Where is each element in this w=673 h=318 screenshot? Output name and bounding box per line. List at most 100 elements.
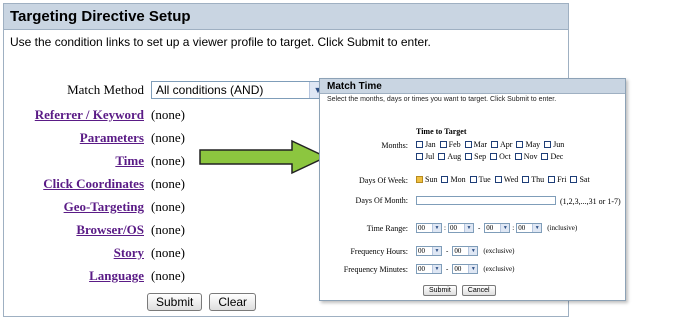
checkbox-icon[interactable] bbox=[416, 141, 423, 148]
checkbox-icon[interactable] bbox=[570, 176, 578, 183]
time-range-end-hour[interactable]: 00 ▼ bbox=[484, 223, 511, 233]
checkbox-icon[interactable] bbox=[439, 141, 447, 148]
days-of-week-row: Sun Mon Tue Wed Thu Fri Sat bbox=[416, 175, 594, 184]
month-checkbox[interactable]: May bbox=[516, 140, 540, 149]
checkbox-icon[interactable] bbox=[548, 176, 556, 183]
condition-value: (none) bbox=[151, 176, 185, 191]
month-checkbox[interactable]: Jul bbox=[416, 152, 434, 161]
time-link[interactable]: Time bbox=[4, 153, 144, 169]
month-checkbox[interactable]: Oct bbox=[490, 152, 511, 161]
time-range-controls: 00 ▼ : 00 ▼ - 00 ▼ : 00 ▼ (inclusive) bbox=[416, 223, 578, 233]
condition-row: Time (none) bbox=[4, 151, 185, 171]
month-checkbox[interactable]: Nov bbox=[514, 152, 537, 161]
submit-button[interactable]: Submit bbox=[147, 293, 203, 311]
day-checkbox[interactable]: Sat bbox=[570, 175, 590, 184]
checkbox-icon[interactable] bbox=[464, 141, 472, 148]
match-method-value: All conditions (AND) bbox=[156, 83, 264, 97]
clear-button[interactable]: Clear bbox=[209, 293, 257, 311]
frequency-minutes-start[interactable]: 00 ▼ bbox=[416, 264, 442, 274]
condition-row: Parameters (none) bbox=[4, 128, 185, 148]
chevron-down-icon[interactable]: ▼ bbox=[532, 224, 542, 232]
time-to-target-heading: Time to Target bbox=[416, 127, 467, 136]
time-range-end-minute[interactable]: 00 ▼ bbox=[516, 223, 543, 233]
frequency-hours-start[interactable]: 00 ▼ bbox=[416, 246, 442, 256]
month-checkbox[interactable]: Mar bbox=[464, 140, 487, 149]
checkbox-icon[interactable] bbox=[465, 153, 473, 160]
match-time-title: Match Time bbox=[320, 79, 625, 94]
match-time-panel: Match Time Select the months, days or ti… bbox=[319, 78, 626, 301]
match-time-buttons: Submit Cancel bbox=[423, 285, 496, 296]
parameters-link[interactable]: Parameters bbox=[4, 130, 144, 146]
click-coordinates-link[interactable]: Click Coordinates bbox=[4, 176, 144, 192]
frequency-hours-controls: 00 ▼ - 00 ▼ (exclusive) bbox=[416, 246, 515, 256]
chevron-down-icon[interactable]: ▼ bbox=[463, 224, 473, 232]
checkbox-icon[interactable] bbox=[516, 141, 524, 148]
month-checkbox[interactable]: Feb bbox=[439, 140, 461, 149]
day-checkbox[interactable]: Thu bbox=[522, 175, 544, 184]
checkbox-icon[interactable] bbox=[438, 153, 446, 160]
checkbox-icon[interactable] bbox=[494, 176, 502, 183]
referrer-keyword-link[interactable]: Referrer / Keyword bbox=[4, 107, 144, 123]
story-link[interactable]: Story bbox=[4, 245, 144, 261]
time-range-note: (inclusive) bbox=[547, 224, 578, 232]
checkbox-icon[interactable] bbox=[541, 153, 549, 160]
checkbox-icon[interactable] bbox=[416, 153, 423, 160]
frequency-minutes-label: Frequency Minutes: bbox=[343, 265, 408, 274]
match-time-submit-button[interactable]: Submit bbox=[423, 285, 457, 296]
frequency-minutes-controls: 00 ▼ - 00 ▼ (exclusive) bbox=[416, 264, 515, 274]
match-time-cancel-button[interactable]: Cancel bbox=[461, 285, 496, 296]
checkbox-icon[interactable] bbox=[441, 176, 449, 183]
day-checkbox[interactable]: Tue bbox=[469, 175, 491, 184]
geo-targeting-link[interactable]: Geo-Targeting bbox=[4, 199, 144, 215]
chevron-down-icon[interactable]: ▼ bbox=[432, 224, 441, 232]
panel-subtitle: Use the condition links to set up a view… bbox=[10, 35, 431, 49]
day-checkbox[interactable]: Wed bbox=[494, 175, 518, 184]
condition-row: Browser/OS (none) bbox=[4, 220, 185, 240]
day-checkbox[interactable]: Mon bbox=[441, 175, 466, 184]
day-checkbox[interactable]: Fri bbox=[548, 175, 566, 184]
form-buttons: Submit Clear bbox=[147, 292, 257, 312]
day-checkbox[interactable]: Sun bbox=[416, 175, 437, 184]
condition-value: (none) bbox=[151, 199, 185, 214]
time-range-start-hour[interactable]: 00 ▼ bbox=[416, 223, 442, 233]
match-method-row: Match Method All conditions (AND) ▼ bbox=[4, 80, 327, 100]
checkbox-icon[interactable] bbox=[514, 153, 522, 160]
days-of-month-label: Days Of Month: bbox=[355, 196, 408, 205]
days-of-month-hint: (1,2,3,...,31 or 1-7) bbox=[560, 197, 621, 206]
condition-value: (none) bbox=[151, 130, 185, 145]
language-link[interactable]: Language bbox=[4, 268, 144, 284]
checkbox-icon[interactable] bbox=[544, 141, 552, 148]
frequency-minutes-end[interactable]: 00 ▼ bbox=[452, 264, 479, 274]
chevron-down-icon[interactable]: ▼ bbox=[468, 265, 478, 273]
checkbox-icon[interactable] bbox=[491, 141, 498, 148]
month-checkbox[interactable]: Dec bbox=[541, 152, 563, 161]
match-method-select[interactable]: All conditions (AND) ▼ bbox=[151, 81, 327, 99]
match-method-label: Match Method bbox=[67, 82, 144, 97]
days-of-month-input[interactable] bbox=[416, 196, 556, 205]
condition-value: (none) bbox=[151, 245, 185, 260]
browser-os-link[interactable]: Browser/OS bbox=[4, 222, 144, 238]
month-checkbox[interactable]: Jan bbox=[416, 140, 436, 149]
months-label: Months: bbox=[381, 141, 408, 150]
checkbox-icon[interactable] bbox=[469, 176, 477, 183]
chevron-down-icon[interactable]: ▼ bbox=[432, 247, 441, 255]
condition-value: (none) bbox=[151, 153, 185, 168]
checkbox-icon[interactable] bbox=[522, 176, 530, 183]
time-range-start-minute[interactable]: 00 ▼ bbox=[447, 223, 474, 233]
chevron-down-icon[interactable]: ▼ bbox=[500, 224, 510, 232]
match-time-subtitle: Select the months, days or times you wan… bbox=[327, 96, 557, 103]
condition-row: Geo-Targeting (none) bbox=[4, 197, 185, 217]
month-checkbox[interactable]: Jun bbox=[544, 140, 564, 149]
condition-row: Click Coordinates (none) bbox=[4, 174, 185, 194]
chevron-down-icon[interactable]: ▼ bbox=[468, 247, 478, 255]
month-checkbox[interactable]: Apr bbox=[491, 140, 512, 149]
panel-title: Targeting Directive Setup bbox=[4, 4, 568, 30]
chevron-down-icon[interactable]: ▼ bbox=[432, 265, 441, 273]
condition-value: (none) bbox=[151, 268, 185, 283]
condition-value: (none) bbox=[151, 107, 185, 122]
checkbox-icon[interactable] bbox=[416, 176, 423, 183]
month-checkbox[interactable]: Aug bbox=[438, 152, 461, 161]
frequency-hours-end[interactable]: 00 ▼ bbox=[452, 246, 479, 256]
month-checkbox[interactable]: Sep bbox=[465, 152, 486, 161]
checkbox-icon[interactable] bbox=[490, 153, 498, 160]
